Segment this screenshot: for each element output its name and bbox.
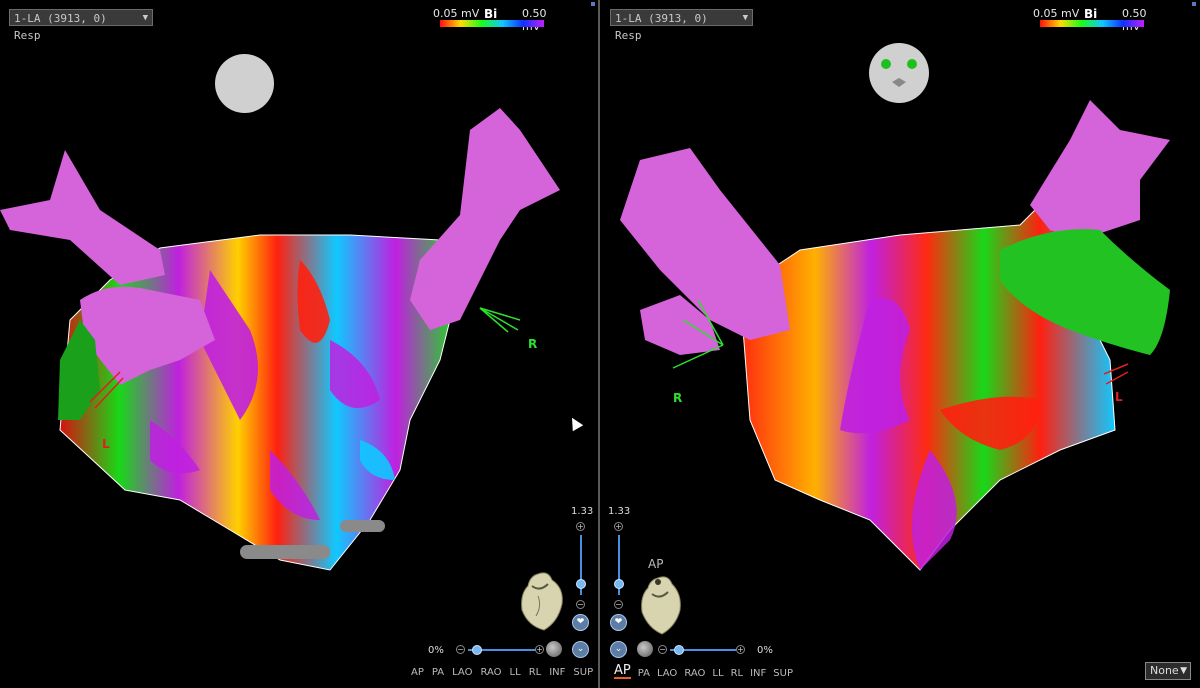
left-view-toggle-button[interactable]: ⌄: [572, 641, 589, 658]
left-orientation-r-marker: [479, 307, 521, 333]
right-lighting-button[interactable]: [637, 641, 653, 657]
left-view-buttons: AP PA LAO RAO LL RL INF SUP: [411, 667, 593, 678]
right-view-buttons: AP PA LAO RAO LL RL INF SUP: [614, 664, 793, 679]
right-map-pane[interactable]: 1-LA (3913, 0) Resp ▼ 0.05 mV Bi 0.50 mV: [600, 0, 1200, 688]
view-ll[interactable]: LL: [712, 668, 723, 679]
transparency-increase-icon[interactable]: +: [535, 645, 544, 654]
right-orientation-r-marker: [672, 300, 724, 369]
view-ap[interactable]: AP: [411, 667, 424, 678]
left-zoom-knob[interactable]: [576, 579, 586, 589]
display-mode-select[interactable]: None ▼: [1145, 662, 1191, 680]
view-lao[interactable]: LAO: [657, 668, 677, 679]
transparency-increase-icon[interactable]: +: [736, 645, 745, 654]
view-inf[interactable]: INF: [750, 668, 766, 679]
transparency-decrease-icon[interactable]: −: [658, 645, 667, 654]
view-inf[interactable]: INF: [549, 667, 565, 678]
transparency-decrease-icon[interactable]: −: [456, 645, 465, 654]
view-sup[interactable]: SUP: [773, 668, 793, 679]
left-orientation-l-marker: [89, 371, 124, 409]
heart-view-label: AP: [648, 557, 664, 571]
left-zoom-reset-button[interactable]: ❤: [572, 614, 589, 631]
zoom-in-icon[interactable]: +: [576, 522, 585, 531]
left-lighting-button[interactable]: [546, 641, 562, 657]
zoom-out-icon[interactable]: −: [576, 600, 585, 609]
view-ap[interactable]: AP: [614, 664, 631, 679]
view-rao[interactable]: RAO: [684, 668, 705, 679]
view-rl[interactable]: RL: [529, 667, 542, 678]
chevron-down-icon: ▼: [1180, 666, 1187, 676]
right-zoom-value: 1.33: [608, 506, 631, 517]
view-sup[interactable]: SUP: [573, 667, 593, 678]
left-zoom-value: 1.33: [571, 506, 594, 517]
view-pa[interactable]: PA: [638, 668, 650, 679]
zoom-in-icon[interactable]: +: [614, 522, 623, 531]
view-pa[interactable]: PA: [432, 667, 444, 678]
view-rl[interactable]: RL: [731, 668, 744, 679]
left-transparency-knob[interactable]: [472, 645, 482, 655]
view-ll[interactable]: LL: [510, 667, 521, 678]
left-map-pane[interactable]: 1-LA (3913, 0) Resp ▼ 0.05 mV Bi 0.50 mV: [0, 0, 598, 688]
right-transparency-value: 0%: [757, 645, 773, 656]
right-heart-orientation-icon[interactable]: [636, 572, 686, 636]
left-transparency-value: 0%: [428, 645, 444, 656]
left-heart-orientation-icon[interactable]: [518, 570, 568, 634]
display-mode-select-label: None: [1150, 664, 1179, 677]
zoom-out-icon[interactable]: −: [614, 600, 623, 609]
right-transparency-knob[interactable]: [674, 645, 684, 655]
orientation-label-r: R: [673, 391, 683, 405]
right-view-toggle-button[interactable]: ⌄: [610, 641, 627, 658]
view-lao[interactable]: LAO: [452, 667, 472, 678]
view-rao[interactable]: RAO: [480, 667, 501, 678]
orientation-label-r: R: [528, 337, 538, 351]
orientation-label-l: L: [102, 437, 110, 451]
orientation-label-l: L: [1115, 390, 1123, 404]
right-zoom-knob[interactable]: [614, 579, 624, 589]
right-zoom-reset-button[interactable]: ❤: [610, 614, 627, 631]
